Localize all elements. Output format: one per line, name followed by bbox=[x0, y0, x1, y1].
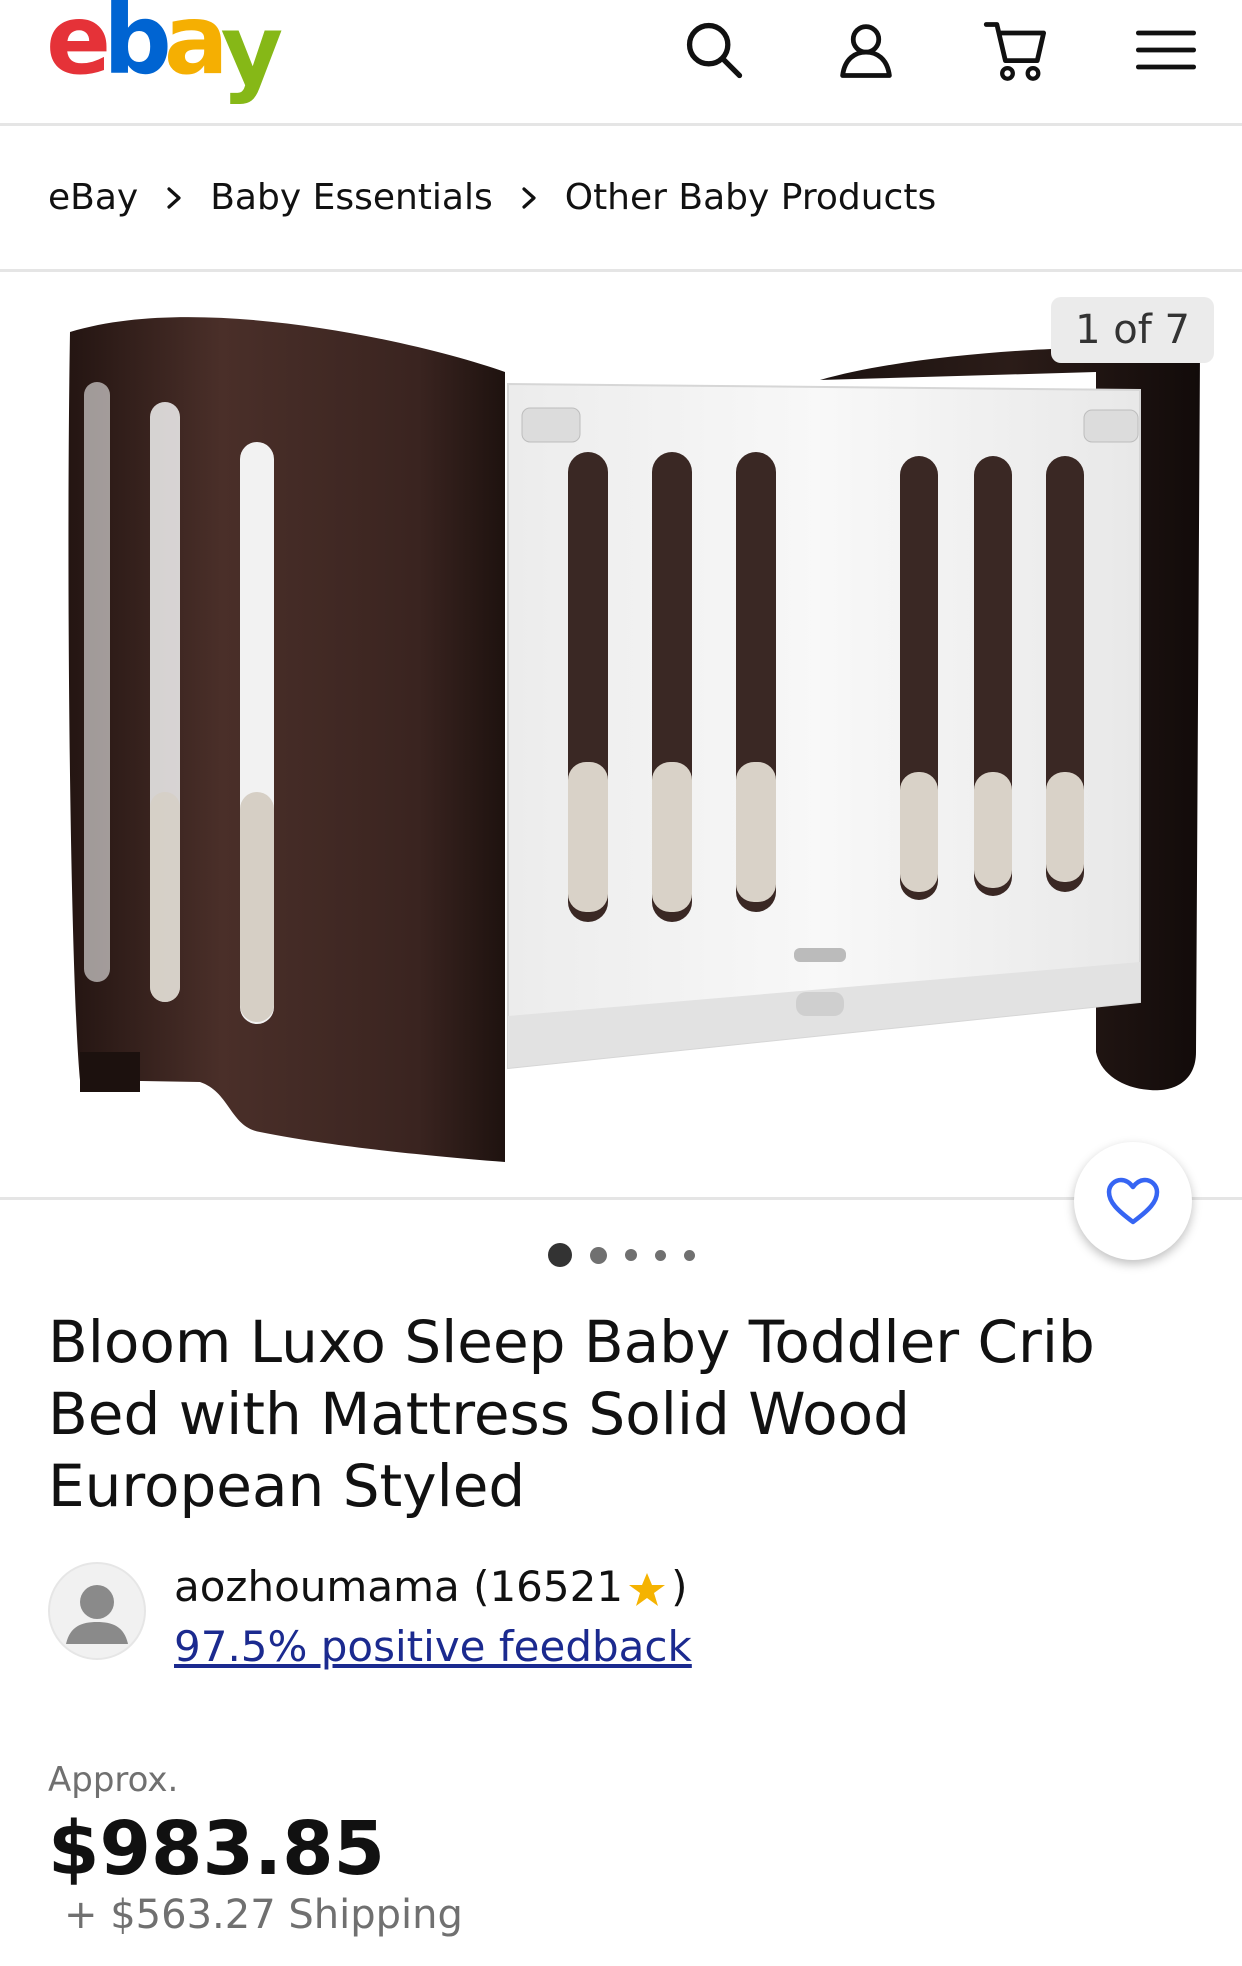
search-icon[interactable] bbox=[678, 14, 750, 86]
heart-icon bbox=[1106, 1177, 1160, 1225]
breadcrumb: eBay Baby Essentials Other Baby Products bbox=[0, 126, 1242, 272]
pagination-dot[interactable] bbox=[654, 1249, 666, 1261]
seller-name[interactable]: aozhoumama (16521) bbox=[174, 1562, 687, 1611]
ebay-logo[interactable]: ebay bbox=[46, 0, 283, 98]
logo-letter-a: a bbox=[163, 0, 229, 96]
seller-name-text: aozhoumama (16521 bbox=[174, 1562, 624, 1611]
image-gallery[interactable]: 1 of 7 bbox=[0, 272, 1242, 1200]
cart-icon[interactable] bbox=[980, 14, 1052, 86]
image-pagination-dots bbox=[0, 1240, 1242, 1270]
price-amount: $983.85 bbox=[48, 1806, 386, 1892]
listing-title: Bloom Luxo Sleep Baby Toddler Crib Bed w… bbox=[48, 1308, 1095, 1520]
image-counter: 1 of 7 bbox=[1051, 297, 1214, 363]
logo-letter-y: y bbox=[220, 0, 284, 106]
user-placeholder-icon bbox=[66, 1585, 128, 1644]
logo-letter-b: b bbox=[103, 0, 172, 96]
pagination-dot-active[interactable] bbox=[547, 1243, 572, 1267]
menu-icon[interactable] bbox=[1130, 14, 1202, 86]
logo-letter-e: e bbox=[46, 0, 111, 96]
breadcrumb-other-baby-products[interactable]: Other Baby Products bbox=[565, 177, 936, 218]
breadcrumb-baby-essentials[interactable]: Baby Essentials bbox=[210, 177, 493, 218]
breadcrumb-ebay[interactable]: eBay bbox=[48, 177, 138, 218]
chevron-right-icon bbox=[138, 183, 210, 213]
star-icon bbox=[629, 1572, 666, 1606]
seller-avatar[interactable] bbox=[48, 1562, 146, 1660]
chevron-right-icon bbox=[493, 183, 565, 213]
pagination-dot[interactable] bbox=[624, 1249, 637, 1261]
price-approx-label: Approx. bbox=[48, 1760, 179, 1800]
seller-name-close: ) bbox=[671, 1562, 688, 1611]
top-header: ebay bbox=[0, 0, 1242, 126]
pagination-dot[interactable] bbox=[683, 1249, 695, 1261]
seller-feedback-link[interactable]: 97.5% positive feedback bbox=[174, 1622, 692, 1671]
shipping-cost: + $563.27 Shipping bbox=[64, 1892, 463, 1938]
pagination-dot[interactable] bbox=[589, 1246, 607, 1264]
product-image bbox=[68, 317, 1200, 1163]
account-icon[interactable] bbox=[830, 14, 902, 86]
